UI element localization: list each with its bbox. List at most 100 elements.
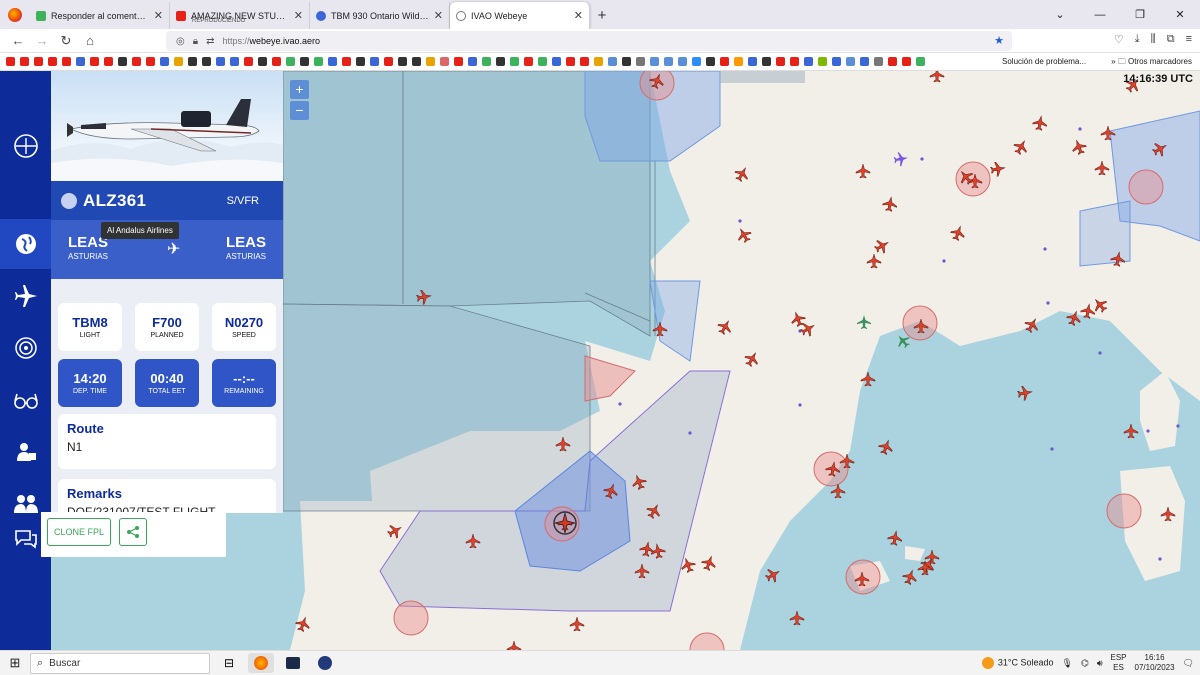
bookmark-solucion[interactable]: Solución de problema... xyxy=(1002,57,1086,66)
reload-icon[interactable]: ↻ xyxy=(54,33,78,49)
tab-close-icon[interactable]: ✕ xyxy=(434,9,443,22)
bookmark-icon[interactable] xyxy=(118,57,127,66)
language-indicator[interactable]: ESP ES xyxy=(1111,653,1127,673)
bookmark-star-icon[interactable]: ★ xyxy=(994,34,1004,47)
bookmark-icon[interactable] xyxy=(272,57,281,66)
lock-icon[interactable]: 🔒︎ xyxy=(193,36,198,47)
bookmark-icon[interactable] xyxy=(832,57,841,66)
airport-circle[interactable] xyxy=(1106,493,1142,529)
bookmark-icon[interactable] xyxy=(216,57,225,66)
mic-icon[interactable]: 🎙︎ xyxy=(1062,658,1073,669)
extensions-icon[interactable]: ⧉ xyxy=(1167,33,1175,46)
bookmark-icon[interactable] xyxy=(244,57,253,66)
arrival-airport[interactable]: LEAS ASTURIAS xyxy=(226,234,266,261)
browser-tab-2[interactable]: AMAZING NEW STUDY LEVEL T REPRODUCIENDO … xyxy=(170,2,310,29)
bookmark-icon[interactable] xyxy=(300,57,309,66)
notifications-icon[interactable]: 🗨︎ xyxy=(1183,658,1194,669)
bookmark-icon[interactable] xyxy=(678,57,687,66)
airport-circle[interactable] xyxy=(1128,169,1164,205)
bookmark-icon[interactable] xyxy=(174,57,183,66)
bookmark-icon[interactable] xyxy=(706,57,715,66)
bookmark-icon[interactable] xyxy=(580,57,589,66)
browser-tab-ivao-webeye[interactable]: IVAO Webeye ✕ xyxy=(450,2,590,29)
tab-close-icon[interactable]: ✕ xyxy=(574,9,583,22)
bookmark-icon[interactable] xyxy=(384,57,393,66)
tab-close-icon[interactable]: ✕ xyxy=(294,9,303,22)
other-bookmarks[interactable]: » 🗀 Otros marcadores xyxy=(1111,56,1192,70)
task-view-icon[interactable]: ⊟ xyxy=(216,653,242,673)
browser-tab-1[interactable]: Responder al comentario | AIAn ✕ xyxy=(30,2,170,29)
bookmark-icon[interactable] xyxy=(566,57,575,66)
sidebar-logo-icon[interactable] xyxy=(0,121,51,171)
bookmark-icon[interactable] xyxy=(398,57,407,66)
bookmark-icon[interactable] xyxy=(776,57,785,66)
menu-icon[interactable]: ≡ xyxy=(1186,33,1192,46)
bookmark-icon[interactable] xyxy=(608,57,617,66)
bookmark-icon[interactable] xyxy=(160,57,169,66)
taskbar-search[interactable]: ⌕ Buscar xyxy=(30,652,210,674)
close-window-button[interactable]: ✕ xyxy=(1160,0,1200,29)
bookmark-icon[interactable] xyxy=(790,57,799,66)
sidebar-flights-icon[interactable] xyxy=(0,271,51,321)
bookmark-icon[interactable] xyxy=(650,57,659,66)
bookmark-icon[interactable] xyxy=(328,57,337,66)
bookmark-icon[interactable] xyxy=(860,57,869,66)
bookmark-icon[interactable] xyxy=(104,57,113,66)
bookmark-icon[interactable] xyxy=(622,57,631,66)
bookmark-icon[interactable] xyxy=(552,57,561,66)
tab-list-icon[interactable]: ⌄ xyxy=(1040,0,1080,29)
bookmark-icon[interactable] xyxy=(510,57,519,66)
bookmark-icon[interactable] xyxy=(804,57,813,66)
bookmark-icon[interactable] xyxy=(314,57,323,66)
bookmark-icon[interactable] xyxy=(188,57,197,66)
bookmark-icon[interactable] xyxy=(454,57,463,66)
bookmark-icon[interactable] xyxy=(902,57,911,66)
windows-start-icon[interactable]: ⊞ xyxy=(0,655,30,671)
ivao-taskbar-icon[interactable] xyxy=(312,653,338,673)
bookmark-icon[interactable] xyxy=(90,57,99,66)
minimize-button[interactable]: — xyxy=(1080,0,1120,29)
bookmark-icon[interactable] xyxy=(370,57,379,66)
bookmark-icon[interactable] xyxy=(440,57,449,66)
bookmark-icon[interactable] xyxy=(692,57,701,66)
taskbar-clock[interactable]: 16:16 07/10/2023 xyxy=(1135,653,1175,673)
downloads-icon[interactable]: ⤓ xyxy=(1135,33,1140,46)
new-tab-button[interactable]: + xyxy=(590,2,614,29)
bookmark-icon[interactable] xyxy=(412,57,421,66)
network-icon[interactable]: ⌬ xyxy=(1081,658,1089,669)
firefox-taskbar-icon[interactable] xyxy=(248,653,274,673)
library-icon[interactable]: ⫼ xyxy=(1151,33,1156,46)
bookmark-icon[interactable] xyxy=(342,57,351,66)
bookmark-icon[interactable] xyxy=(482,57,491,66)
bookmark-icon[interactable] xyxy=(20,57,29,66)
bookmark-icon[interactable] xyxy=(818,57,827,66)
bookmark-icon[interactable] xyxy=(888,57,897,66)
airport-circle[interactable] xyxy=(393,600,429,636)
app-taskbar-icon[interactable] xyxy=(280,653,306,673)
pocket-icon[interactable]: ♡ xyxy=(1114,33,1124,46)
bookmark-icon[interactable] xyxy=(230,57,239,66)
bookmark-icon[interactable] xyxy=(132,57,141,66)
bookmark-icon[interactable] xyxy=(146,57,155,66)
bookmark-icon[interactable] xyxy=(734,57,743,66)
bookmark-icon[interactable] xyxy=(48,57,57,66)
zoom-in-button[interactable]: + xyxy=(290,80,309,99)
clone-fpl-button[interactable]: CLONE FPL xyxy=(47,518,111,546)
airport-circle[interactable] xyxy=(639,71,675,101)
bookmark-icon[interactable] xyxy=(846,57,855,66)
permissions-icon[interactable]: ⇄ xyxy=(206,36,214,47)
sidebar-globe-icon[interactable] xyxy=(0,219,51,269)
bookmark-icon[interactable] xyxy=(762,57,771,66)
bookmark-icon[interactable] xyxy=(34,57,43,66)
bookmark-icon[interactable] xyxy=(426,57,435,66)
forward-arrow-icon[interactable]: → xyxy=(30,33,54,48)
back-arrow-icon[interactable]: ← xyxy=(6,33,30,48)
bookmark-icon[interactable] xyxy=(258,57,267,66)
bookmark-icon[interactable] xyxy=(76,57,85,66)
sidebar-atc-icon[interactable] xyxy=(0,427,51,477)
bookmark-icon[interactable] xyxy=(916,57,925,66)
address-bar[interactable]: ◎ 🔒︎ ⇄ https://webeye.ivao.aero ★ xyxy=(166,31,1012,51)
selected-aircraft-marker[interactable] xyxy=(553,511,577,535)
firefox-menu-icon[interactable] xyxy=(0,0,30,29)
volume-icon[interactable]: 🔊︎ xyxy=(1097,658,1103,669)
